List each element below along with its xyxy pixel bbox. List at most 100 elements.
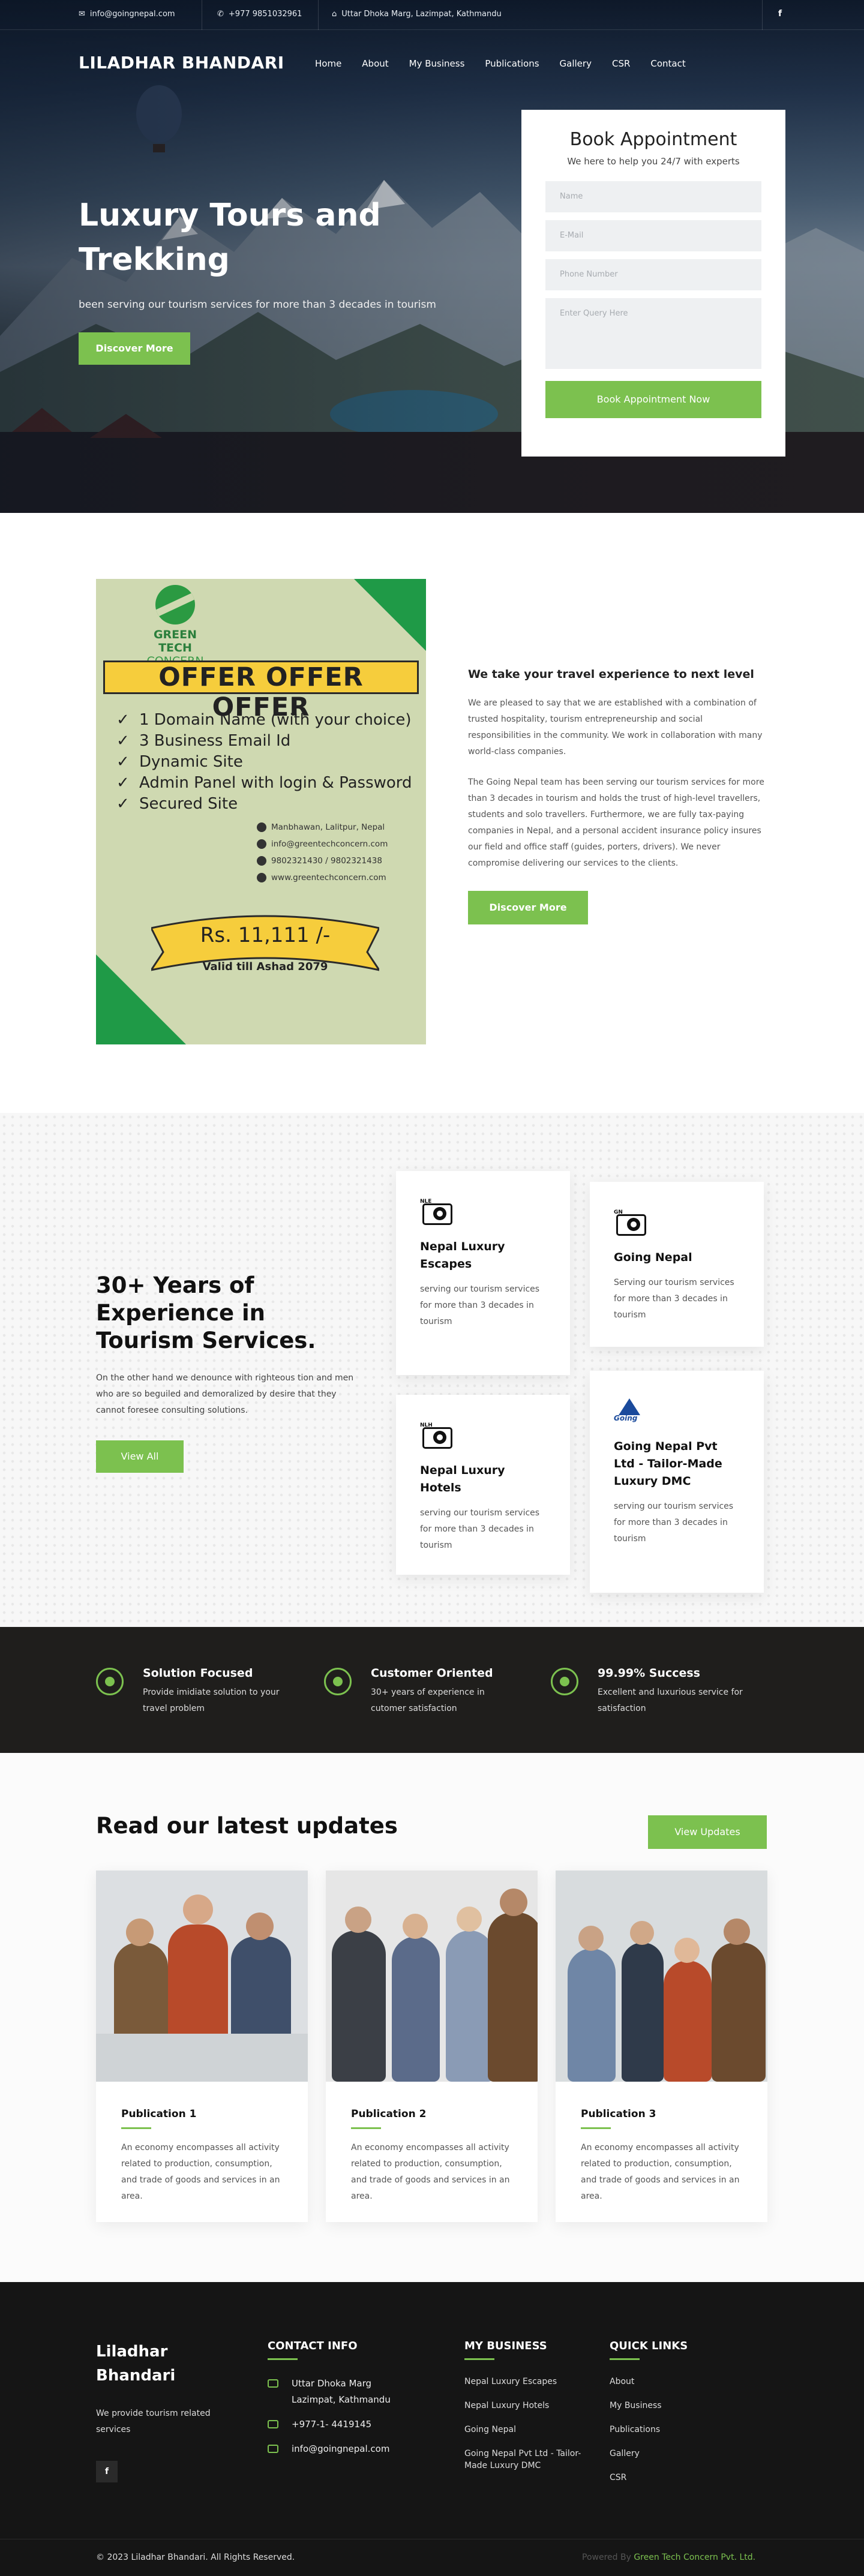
booking-subtitle: We here to help you 24/7 with experts <box>567 156 740 167</box>
publication-text: An economy encompasses all activity rela… <box>581 2143 740 2201</box>
gear-icon <box>96 1668 124 1695</box>
about-copy: We take your travel experience to next l… <box>468 668 768 924</box>
footer-quick-link[interactable]: My Business <box>610 2400 730 2412</box>
publication-text: An economy encompasses all activity rela… <box>121 2143 280 2201</box>
nav-item-home[interactable]: Home <box>315 58 341 69</box>
offer-feature: ✓ 3 Business Email Id <box>116 731 412 752</box>
view-updates-button[interactable]: View Updates <box>648 1815 767 1849</box>
footer-quick-link[interactable]: Gallery <box>610 2448 730 2460</box>
feature-title: Solution Focused <box>143 1667 253 1680</box>
offer-poster[interactable]: GREEN TECH CONCERN OFFER OFFER OFFER ✓1 … <box>96 579 426 1044</box>
footer-business-link[interactable]: Nepal Luxury Hotels <box>464 2400 602 2412</box>
hero-copy: Luxury Tours and Trekking been serving o… <box>79 193 499 365</box>
offer-banner: OFFER OFFER OFFER <box>103 660 419 722</box>
business-card[interactable]: NLH Nepal Luxury Hotels serving our tour… <box>396 1395 570 1575</box>
business-card-text: Serving our tourism services for more th… <box>614 1278 734 1320</box>
check-icon: ✓ <box>116 795 130 813</box>
facebook-icon[interactable]: f <box>96 2461 118 2482</box>
footer-email[interactable]: info@goingnepal.com <box>268 2441 412 2457</box>
footer-business: MY BUSINESS Nepal Luxury Escapes Nepal L… <box>464 2340 602 2484</box>
feature-item: Customer Oriented 30+ years of experienc… <box>324 1667 522 1717</box>
publication-image <box>96 1871 308 2082</box>
check-icon: ✓ <box>116 753 130 771</box>
nav-item-publications[interactable]: Publications <box>485 58 539 69</box>
topbar-email[interactable]: ✉ info@goingnepal.com <box>79 10 175 19</box>
footer-quick-link[interactable]: CSR <box>610 2472 730 2484</box>
about-discover-button[interactable]: Discover More <box>468 891 588 924</box>
booking-title: Book Appointment <box>569 129 737 150</box>
offer-feature: ✓ Dynamic Site <box>116 752 412 773</box>
powered-by-link[interactable]: Green Tech Concern Pvt. Ltd. <box>634 2553 755 2562</box>
camera-icon: NLH <box>420 1420 456 1454</box>
query-textarea[interactable]: Enter Query Here <box>545 298 761 369</box>
updates-heading: Read our latest updates <box>96 1813 398 1839</box>
mail-icon: ✉ <box>79 10 85 19</box>
offer-feature: ✓ 1 Domain Name (with your choice) <box>116 710 412 731</box>
name-field[interactable]: Name <box>545 181 761 212</box>
experience-section: 30+ Years of Experience in Tourism Servi… <box>0 1113 864 1627</box>
business-card[interactable]: Going Going Nepal Pvt Ltd - Tailor-Made … <box>590 1371 764 1593</box>
feature-item: 99.99% Success Excellent and luxurious s… <box>551 1667 749 1717</box>
phone-icon <box>257 856 266 866</box>
check-icon: ✓ <box>116 732 130 750</box>
copyright-text: © 2023 Liladhar Bhandari. All Rights Res… <box>96 2553 295 2562</box>
footer-contact-title: CONTACT INFO <box>268 2340 358 2352</box>
publication-card[interactable]: Publication 3 An economy encompasses all… <box>556 1871 767 2222</box>
business-card-title: Going Nepal <box>614 1251 692 1264</box>
publication-text: An economy encompasses all activity rela… <box>351 2143 510 2201</box>
nav-item-csr[interactable]: CSR <box>612 58 630 69</box>
nav-item-my-business[interactable]: My Business <box>409 58 465 69</box>
publication-card[interactable]: Publication 1 An economy encompasses all… <box>96 1871 308 2222</box>
lightbulb-icon <box>324 1668 352 1695</box>
offer-feature: ✓ Secured Site <box>116 794 412 815</box>
nav-menu: Home About My Business Publications Gall… <box>315 58 706 69</box>
nav-item-contact[interactable]: Contact <box>650 58 685 69</box>
footer-business-link[interactable]: Going Nepal Pvt Ltd - Tailor-Made Luxury… <box>464 2448 602 2472</box>
publication-title: Publication 2 <box>351 2108 427 2120</box>
view-all-button[interactable]: View All <box>96 1440 184 1473</box>
globe-icon <box>257 873 266 882</box>
experience-paragraph: On the other hand we denounce with right… <box>96 1373 354 1415</box>
feature-item: Solution Focused Provide imidiate soluti… <box>96 1667 294 1717</box>
site-brand[interactable]: LILADHAR BHANDARI <box>79 53 284 73</box>
footer-business-link[interactable]: Going Nepal <box>464 2424 602 2436</box>
hero-title: Luxury Tours and Trekking <box>79 197 381 278</box>
book-appointment-button[interactable]: Book Appointment Now <box>545 381 761 418</box>
lightbulb-icon <box>551 1668 578 1695</box>
business-card[interactable]: NLE Nepal Luxury Escapes serving our tou… <box>396 1171 570 1375</box>
publication-title: Publication 1 <box>121 2108 197 2120</box>
phone-field[interactable]: Phone Number <box>545 259 761 290</box>
nav-item-gallery[interactable]: Gallery <box>560 58 592 69</box>
footer-tagline: We provide tourism related services <box>96 2409 211 2434</box>
footer-quick-links: QUICK LINKS About My Business Publicatio… <box>610 2340 730 2496</box>
camera-icon: GN <box>614 1207 650 1241</box>
price-ribbon: Rs. 11,111 /- Valid till Ashad 2079 <box>149 910 382 988</box>
footer-bottom-bar: © 2023 Liladhar Bhandari. All Rights Res… <box>0 2539 864 2576</box>
email-field[interactable]: E-Mail <box>545 220 761 251</box>
feature-title: Customer Oriented <box>371 1667 493 1680</box>
publication-image <box>326 1871 538 2082</box>
publication-card[interactable]: Publication 2 An economy encompasses all… <box>326 1871 538 2222</box>
hero-discover-button[interactable]: Discover More <box>79 332 190 365</box>
publication-title: Publication 3 <box>581 2108 656 2120</box>
footer-phone[interactable]: +977-1- 4419145 <box>268 2416 412 2433</box>
footer-quick-link[interactable]: About <box>610 2376 730 2388</box>
footer-business-link[interactable]: Nepal Luxury Escapes <box>464 2376 602 2388</box>
facebook-icon[interactable]: f <box>778 9 782 19</box>
hero-section: ✉ info@goingnepal.com ✆ +977 9851032961 ⌂ U… <box>0 0 864 513</box>
going-nepal-logo: Going <box>614 1396 650 1430</box>
business-card[interactable]: GN Going Nepal Serving our tourism servi… <box>590 1182 764 1347</box>
business-card-text: serving our tourism services for more th… <box>420 1284 540 1326</box>
footer-quick-link[interactable]: Publications <box>610 2424 730 2436</box>
offer-valid: Valid till Ashad 2079 <box>202 960 328 973</box>
topbar-phone[interactable]: ✆ +977 9851032961 <box>217 10 302 19</box>
business-card-title: Nepal Luxury Escapes <box>420 1240 505 1271</box>
hero-subtitle: been serving our tourism services for mo… <box>79 299 436 311</box>
mail-icon <box>257 839 266 849</box>
about-paragraph-2: The Going Nepal team has been serving ou… <box>468 777 764 868</box>
nav-item-about[interactable]: About <box>362 58 388 69</box>
booking-form: Book Appointment We here to help you 24/… <box>521 110 785 457</box>
check-icon: ✓ <box>116 711 130 729</box>
offer-feature: ✓ Admin Panel with login & Password <box>116 773 412 794</box>
footer-links-title: QUICK LINKS <box>610 2340 688 2352</box>
